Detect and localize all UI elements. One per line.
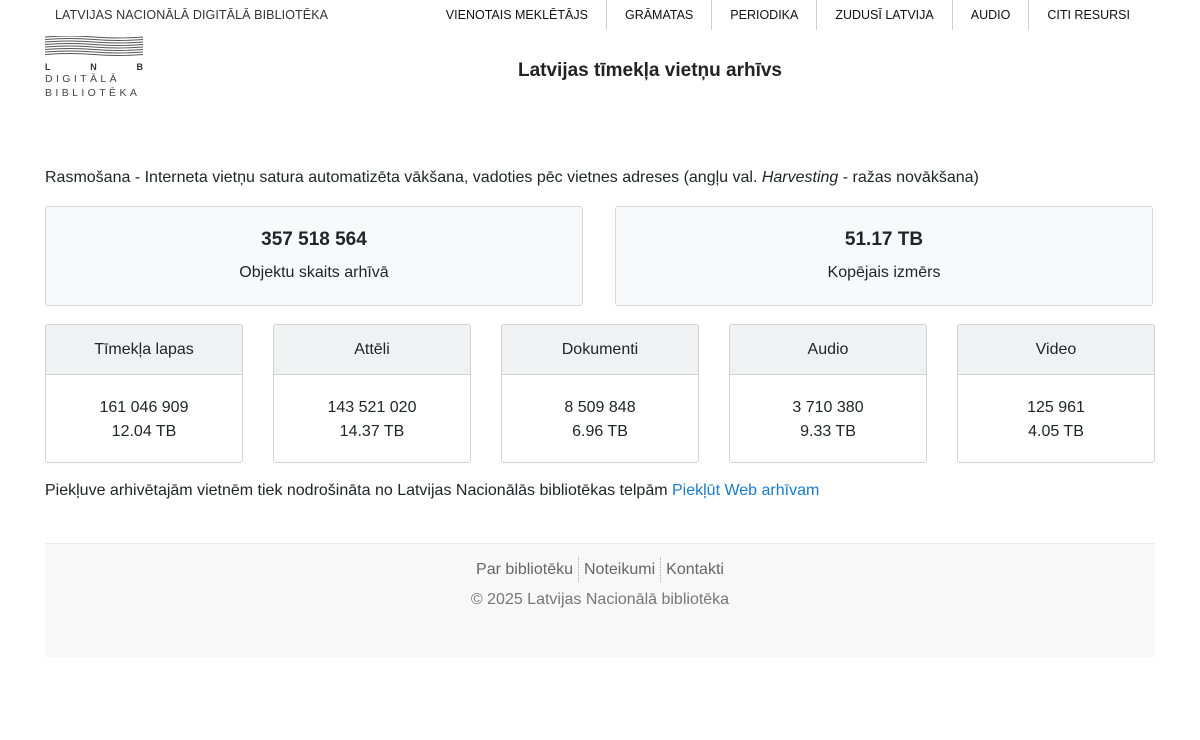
page-title: Latvijas tīmekļa vietņu arhīvs (517, 60, 782, 81)
total-size-label: Kopējais izmērs (827, 264, 941, 281)
top-navigation: VIENOTAIS MEKLĒTĀJS GRĀMATAS PERIODIKA Z… (428, 0, 1155, 30)
intro-text-start: Rasmošana - Interneta vietņu satura auto… (45, 169, 762, 186)
access-text: Piekļuve arhivētajām vietnēm tiek nodroš… (45, 482, 672, 499)
footer-link-about[interactable]: Par bibliotēku (471, 557, 578, 582)
type-card-size: 9.33 TB (800, 423, 856, 440)
nav-periodicals[interactable]: PERIODIKA (711, 0, 816, 30)
type-card-size: 12.04 TB (111, 423, 177, 440)
type-card-images: Attēli 143 521 020 14.37 TB (273, 324, 471, 463)
type-card-count: 8 509 848 (564, 399, 636, 416)
object-count-label: Objektu skaits arhīvā (239, 264, 389, 281)
copyright: © 2025 Latvijas Nacionālā bibliotēka (470, 591, 730, 608)
waves-logo-icon (45, 36, 143, 56)
type-card-title: Tīmekļa lapas (46, 325, 242, 375)
footer: Par bibliotēku Noteikumi Kontakti © 2025… (45, 543, 1155, 657)
type-card-title: Dokumenti (502, 325, 698, 375)
type-card-title: Attēli (274, 325, 470, 375)
type-card-count: 161 046 909 (99, 399, 189, 416)
site-name: LATVIJAS NACIONĀLĀ DIGITĀLĀ BIBLIOTĒKA (55, 8, 329, 22)
access-notice: Piekļuve arhivētajām vietnēm tiek nodroš… (45, 482, 819, 500)
type-card-title: Video (958, 325, 1154, 375)
logo-word-library: BIBLIOTĒKA (45, 87, 141, 99)
stat-card-total-size: 51.17 TB Kopējais izmērs (615, 206, 1153, 306)
intro-text-harvesting: Harvesting (761, 169, 839, 186)
object-count-value: 357 518 564 (261, 229, 367, 250)
footer-links: Par bibliotēku Noteikumi Kontakti (45, 557, 1155, 582)
nav-lost-latvia[interactable]: ZUDUSĪ LATVIJA (816, 0, 951, 30)
type-card-title: Audio (730, 325, 926, 375)
nav-books[interactable]: GRĀMATAS (605, 0, 711, 30)
web-archive-access-link[interactable]: Piekļūt Web arhīvam (672, 482, 819, 499)
type-card-size: 6.96 TB (572, 423, 628, 440)
harvesting-intro: Rasmošana - Interneta vietņu satura auto… (45, 169, 979, 187)
type-card-web-pages: Tīmekļa lapas 161 046 909 12.04 TB (45, 324, 243, 463)
type-card-audio: Audio 3 710 380 9.33 TB (729, 324, 927, 463)
nav-unified-search[interactable]: VIENOTAIS MEKLĒTĀJS (428, 0, 606, 30)
type-card-count: 125 961 (1027, 399, 1085, 416)
type-card-documents: Dokumenti 8 509 848 6.96 TB (501, 324, 699, 463)
nav-audio[interactable]: AUDIO (951, 0, 1029, 30)
footer-link-contacts[interactable]: Kontakti (660, 557, 729, 582)
footer-link-terms[interactable]: Noteikumi (578, 557, 660, 582)
type-card-count: 3 710 380 (792, 399, 864, 416)
stat-card-object-count: 357 518 564 Objektu skaits arhīvā (45, 206, 583, 306)
type-card-count: 143 521 020 (327, 399, 417, 416)
type-card-size: 14.37 TB (339, 423, 405, 440)
nav-other-resources[interactable]: CITI RESURSI (1028, 0, 1155, 30)
type-card-size: 4.05 TB (1028, 423, 1084, 440)
total-size-value: 51.17 TB (844, 229, 924, 250)
type-card-video: Video 125 961 4.05 TB (957, 324, 1155, 463)
intro-text-end: - ražas novākšana) (838, 169, 979, 186)
